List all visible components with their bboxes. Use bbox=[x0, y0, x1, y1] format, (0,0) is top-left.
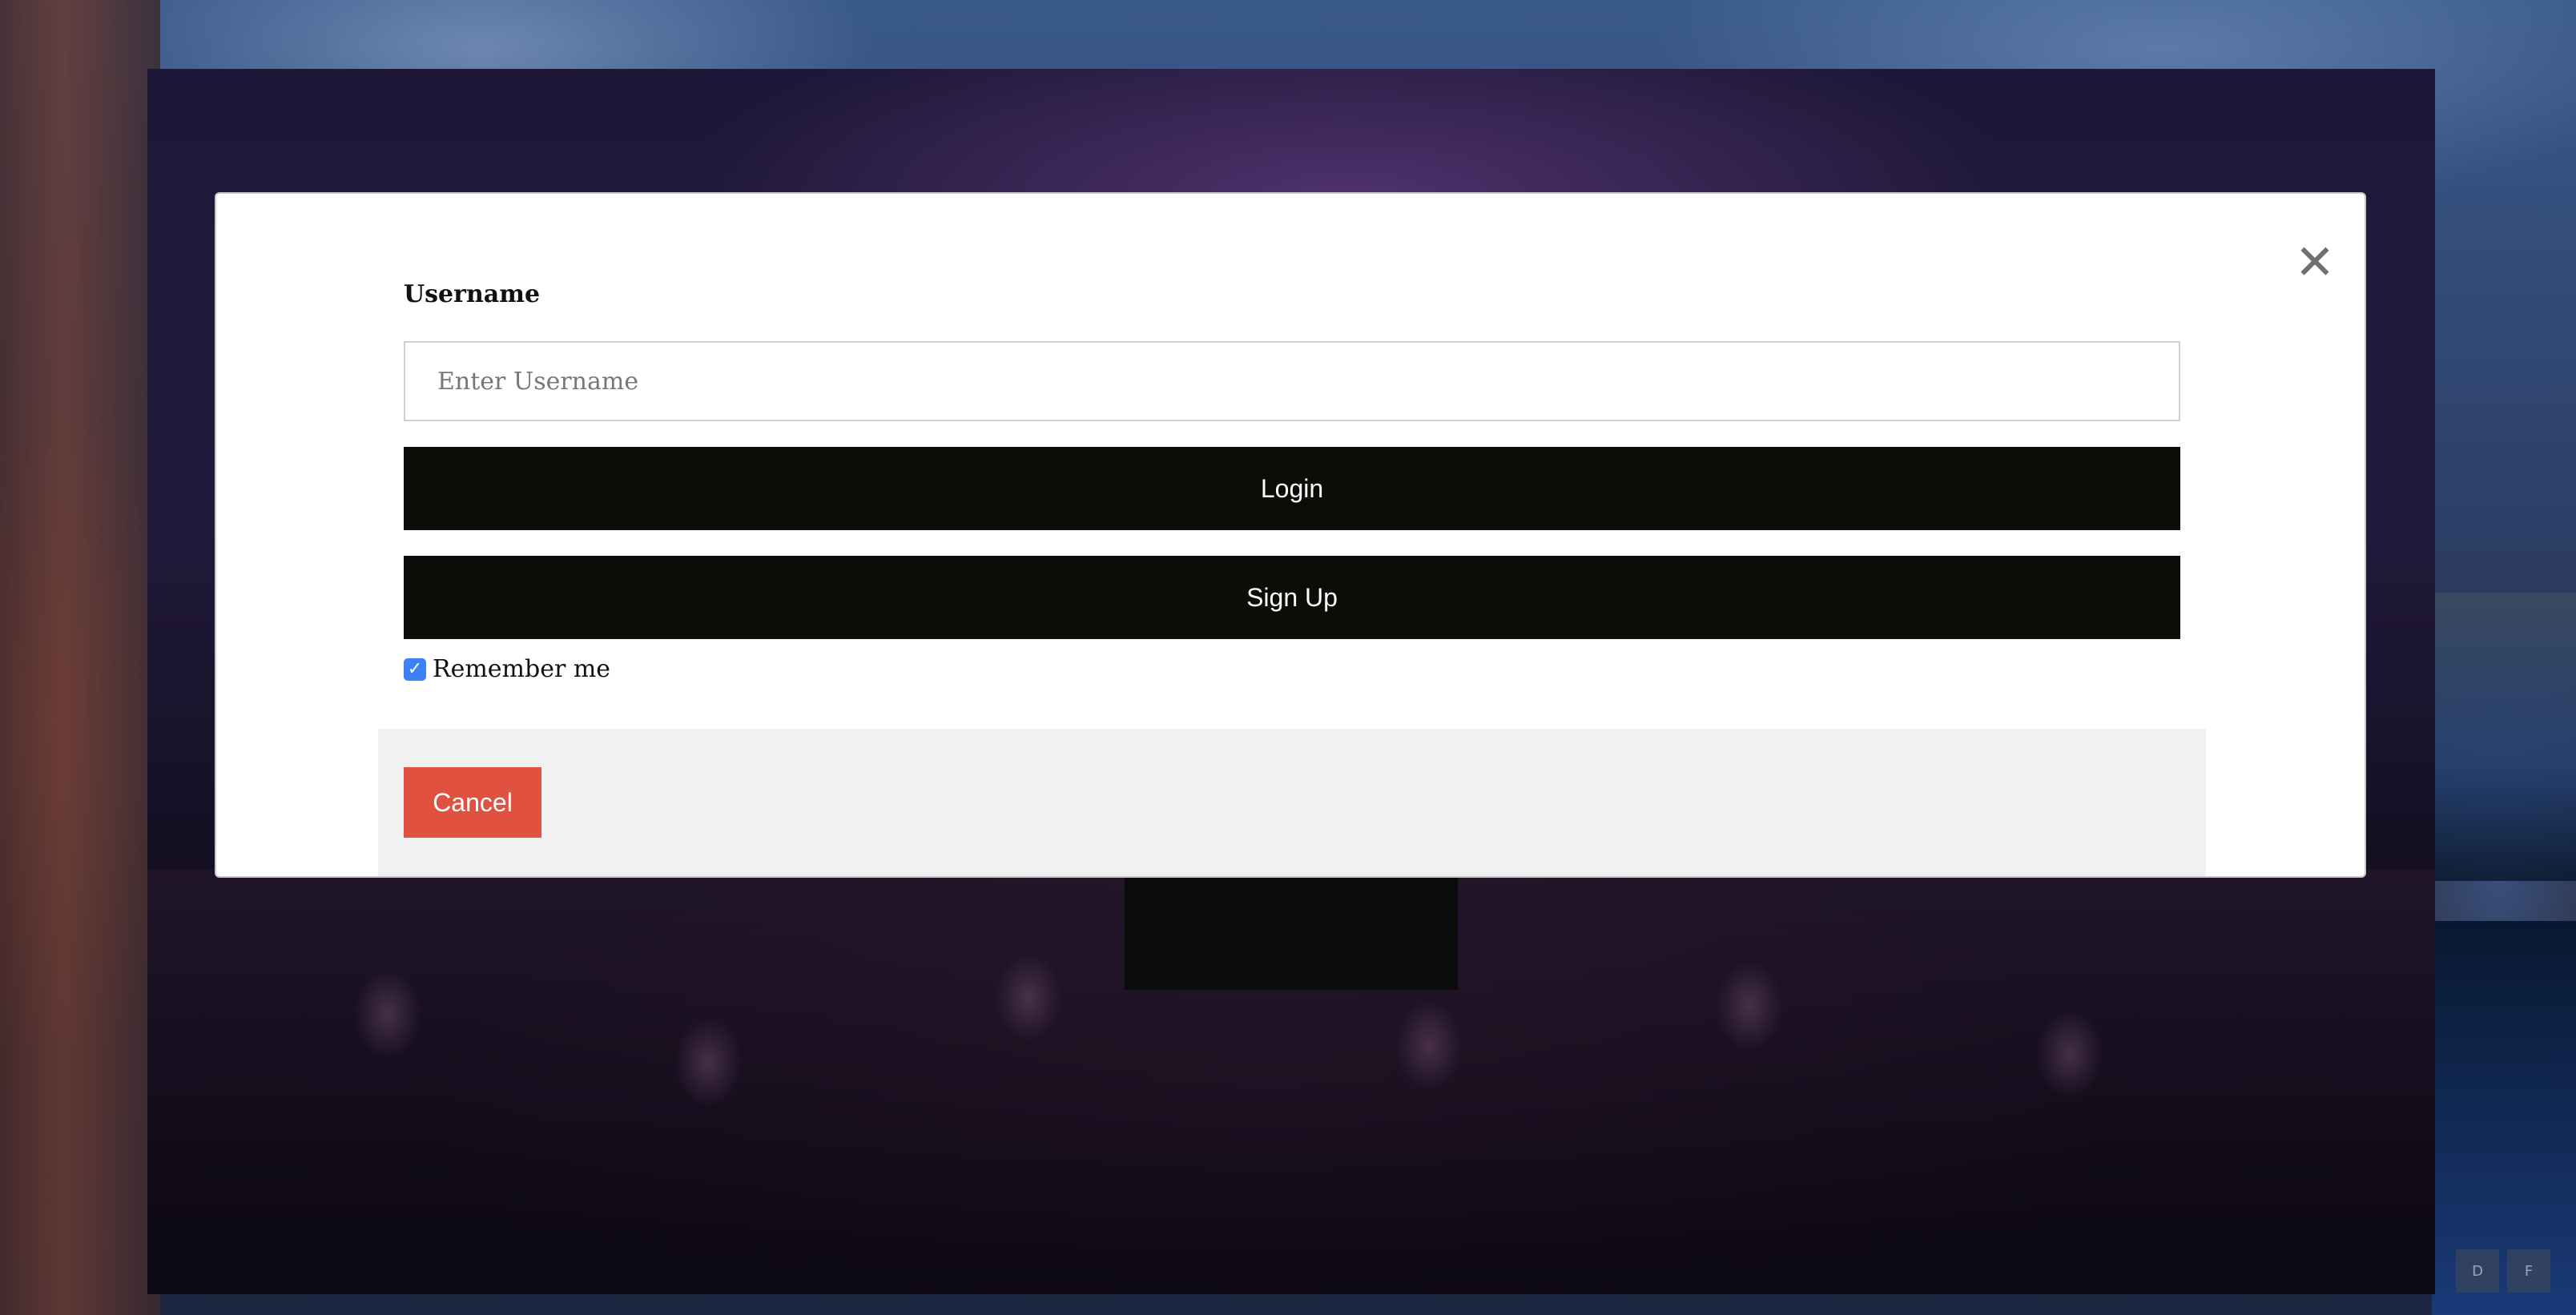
corner-button-f[interactable]: F bbox=[2507, 1249, 2550, 1293]
corner-button-d[interactable]: D bbox=[2456, 1249, 2499, 1293]
close-icon[interactable]: ✕ bbox=[2291, 239, 2339, 287]
background-lake bbox=[2432, 921, 2576, 1315]
username-label: Username bbox=[404, 280, 541, 308]
background-rocks-right bbox=[2432, 593, 2576, 881]
login-button[interactable]: Login bbox=[404, 447, 2180, 530]
modal-footer: Cancel bbox=[378, 729, 2206, 876]
signup-button[interactable]: Sign Up bbox=[404, 556, 2180, 639]
remember-me-row: ✓ Remember me bbox=[404, 655, 610, 683]
background-rocks-left bbox=[0, 0, 160, 1315]
remember-me-label[interactable]: Remember me bbox=[433, 655, 610, 683]
hero-button-obscured[interactable] bbox=[1125, 878, 1458, 990]
remember-me-checkbox[interactable]: ✓ bbox=[404, 658, 426, 681]
login-modal: ✕ Username Login Sign Up ✓ Remember me C… bbox=[215, 192, 2366, 878]
username-input[interactable] bbox=[404, 341, 2180, 421]
cancel-button[interactable]: Cancel bbox=[404, 767, 541, 838]
